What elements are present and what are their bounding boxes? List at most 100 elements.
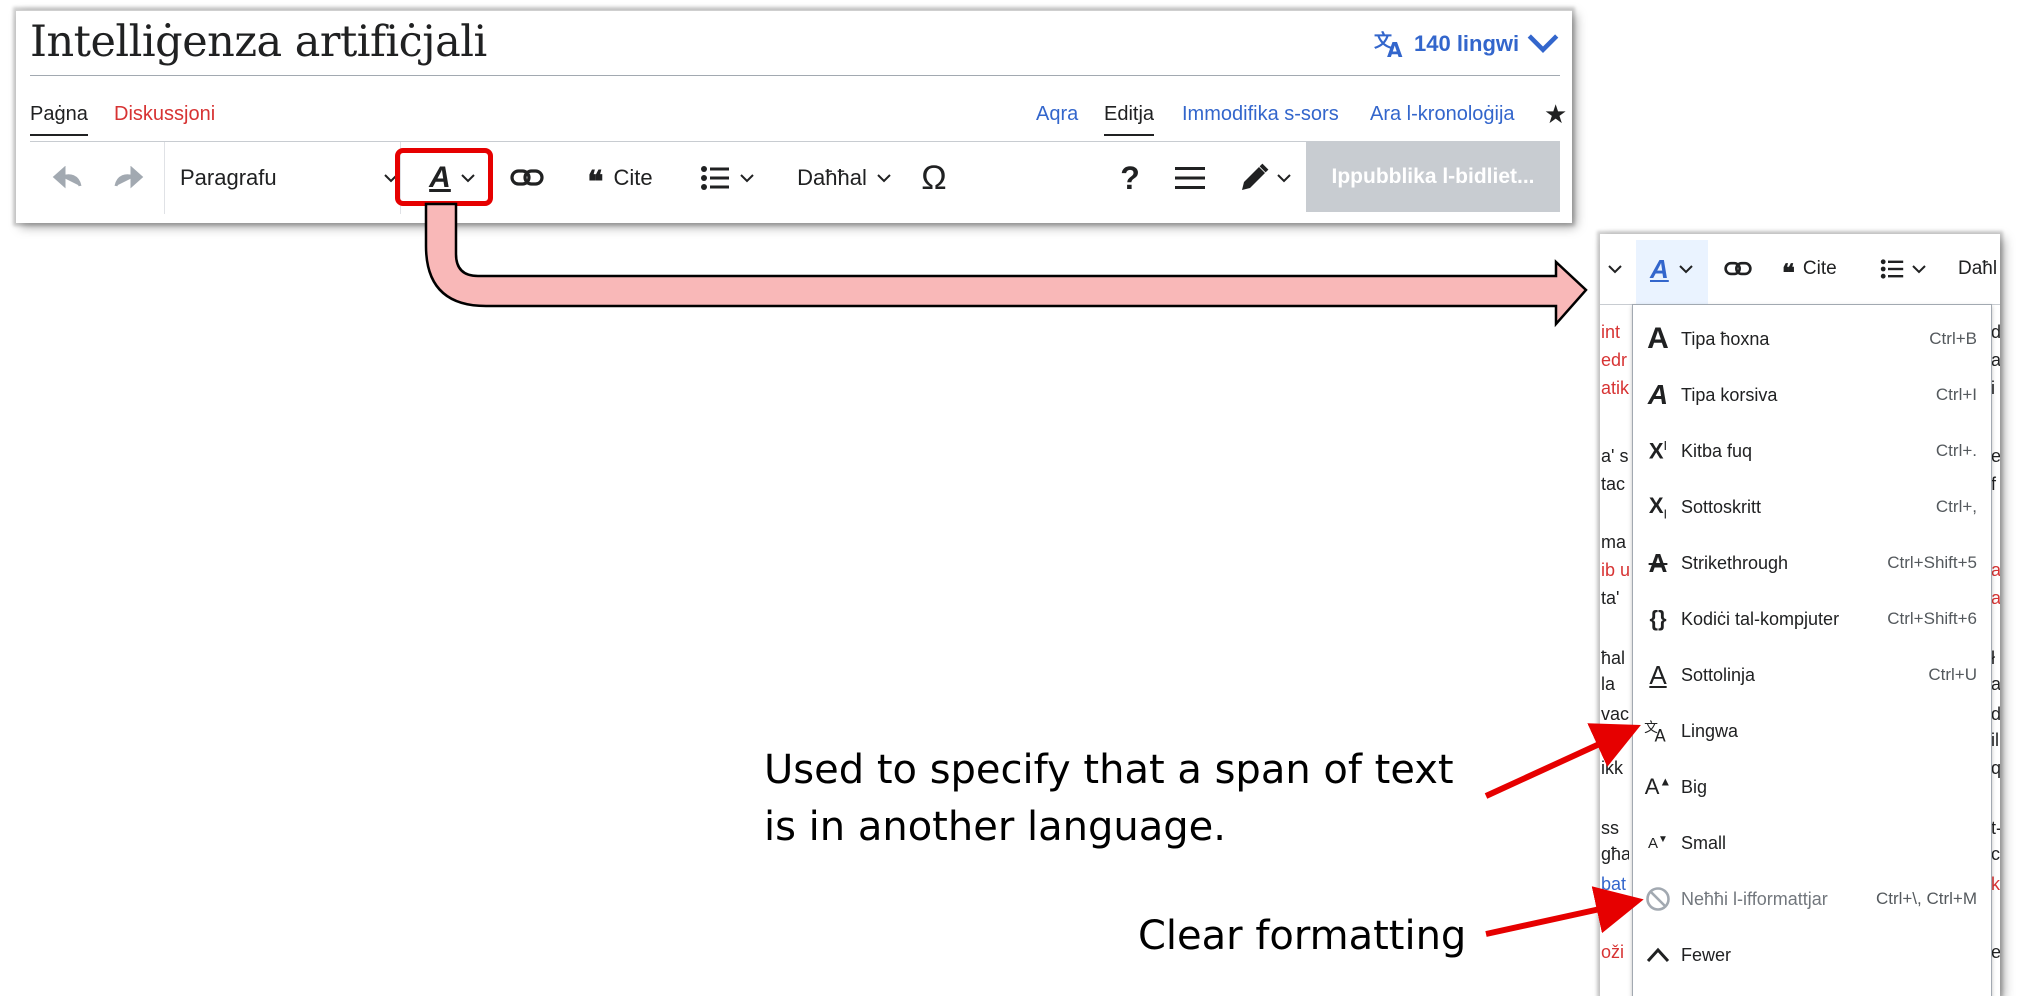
link-icon [1724, 261, 1752, 276]
quote-icon: ❝ [587, 164, 604, 200]
menu-item-italic[interactable]: A Tipa korsiva Ctrl+I [1633, 367, 1991, 423]
menu-item-subscript[interactable]: XI Sottoskritt Ctrl+, [1633, 479, 1991, 535]
tab-history[interactable]: Ara l-kronoloġija [1370, 103, 1515, 126]
background-text-fragment: ta' [1601, 588, 1620, 608]
menu-item-superscript[interactable]: XI Kitba fuq Ctrl+. [1633, 423, 1991, 479]
background-text-fragment: ss [1601, 818, 1619, 838]
link-button[interactable] [1724, 234, 1752, 304]
background-text-fragment: er [1991, 942, 2000, 962]
menu-item-bold[interactable]: A Tipa ħoxna Ctrl+B [1633, 311, 1991, 367]
cite-button[interactable]: ❝ Cite [1782, 234, 1837, 304]
tab-edit[interactable]: Editja [1104, 103, 1155, 136]
menu-item-shortcut: Ctrl+I [1935, 385, 1977, 404]
link-icon [510, 169, 544, 186]
language-annotation-line-1: Used to specify that a span of text [764, 747, 1454, 793]
menu-item-collapse[interactable]: Fewer [1633, 927, 1991, 983]
language-annotation: Used to specify that a span of text is i… [764, 742, 1454, 856]
menu-item-label: Kodiċi tal-kompjuter [1681, 608, 1840, 629]
background-text-fragment: d [1991, 704, 2000, 724]
undo-icon [52, 166, 82, 189]
paragraph-select-label: Paragrafu [180, 165, 277, 190]
page-options-button[interactable] [1168, 142, 1212, 214]
language-annotation-line-2: is in another language. [764, 804, 1226, 850]
svg-text:A: A [1655, 726, 1667, 744]
menu-item-label: Sottolinja [1681, 664, 1756, 685]
background-text-fragment: t- [1991, 818, 2000, 838]
cite-button[interactable]: ❝ Cite [574, 142, 666, 214]
menu-item-label: Kitba fuq [1681, 440, 1753, 461]
list-button[interactable] [1880, 234, 1926, 304]
special-character-button[interactable]: Ω [912, 142, 956, 214]
redo-button[interactable] [106, 142, 152, 214]
underline-icon: A [1649, 659, 1667, 690]
cite-label: Cite [1802, 258, 1837, 279]
tab-edit-source[interactable]: Immodifika s-sors [1182, 103, 1339, 126]
chevron-down-icon [1608, 234, 1622, 304]
insert-button-partial[interactable]: Daħl [1958, 234, 1997, 304]
menu-item-label: Strikethrough [1681, 552, 1789, 573]
background-text-fragment: il [1991, 730, 1999, 750]
insert-label: Daħħal [797, 165, 867, 190]
tab-page[interactable]: Paġna [30, 103, 88, 136]
background-text-fragment: f [1991, 474, 1997, 494]
background-text-fragment: i [1991, 378, 1995, 398]
clear-icon [1643, 882, 1673, 916]
menu-item-shortcut: Ctrl+U [1928, 665, 1977, 684]
menu-item-underline[interactable]: A Sottolinja Ctrl+U [1633, 647, 1991, 703]
collapse-icon [1643, 938, 1673, 972]
background-text-fragment: ikk [1601, 758, 1623, 778]
tab-read[interactable]: Aqra [1036, 103, 1078, 126]
list-icon [701, 166, 729, 190]
menu-item-label: Fewer [1681, 944, 1732, 965]
menu-item-shortcut: Ctrl+\, Ctrl+M [1875, 889, 1977, 908]
background-text-fragment: a [1991, 674, 2000, 694]
menu-item-label: Small [1681, 832, 1727, 853]
link-button[interactable] [504, 142, 550, 214]
superscript-icon: XI [1648, 437, 1668, 464]
tab-discussion[interactable]: Diskussjoni [114, 103, 215, 126]
strikethrough-icon: A [1648, 547, 1668, 578]
background-text-fragment: int [1601, 322, 1621, 342]
list-button[interactable] [694, 142, 760, 214]
background-text-fragment: a [1991, 560, 2000, 580]
language-count: 140 lingwi [1414, 31, 1520, 56]
redo-icon [114, 166, 144, 189]
background-text-fragment: e [1991, 446, 2000, 466]
background-text-fragment: tac [1601, 474, 1626, 494]
chevron-down-icon [1527, 34, 1559, 53]
toolbar-separator [164, 142, 165, 214]
menu-item-clear[interactable]: Neħħi l-ifformattjar Ctrl+\, Ctrl+M [1633, 871, 1991, 927]
menu-item-language[interactable]: 文 A Lingwa [1633, 703, 1991, 759]
help-button[interactable]: ? [1110, 142, 1150, 214]
background-text-fragment: ł [1991, 648, 1995, 668]
undo-button[interactable] [44, 142, 90, 214]
clear-formatting-annotation: Clear formatting [1138, 913, 1467, 959]
text-style-button[interactable]: A [1650, 234, 1693, 304]
menu-item-strikethrough[interactable]: A Strikethrough Ctrl+Shift+5 [1633, 535, 1991, 591]
menu-item-code[interactable]: {} Kodiċi tal-kompjuter Ctrl+Shift+6 [1633, 591, 1991, 647]
background-text-fragment: la [1601, 674, 1616, 694]
language-button[interactable]: 文 A 140 lingwi [1374, 29, 1559, 59]
background-text-fragment: vac [1601, 704, 1629, 724]
publish-button[interactable]: Ippubblika l-bidliet... [1306, 142, 1560, 212]
edit-mode-button[interactable] [1230, 142, 1300, 214]
background-text-fragment: bat [1601, 874, 1627, 894]
menu-item-small[interactable]: A▼ Small [1633, 815, 1991, 871]
background-text-fragment: ma [1601, 532, 1627, 552]
chevron-down-icon [877, 173, 891, 182]
paragraph-select[interactable]: Paragrafu [180, 142, 398, 214]
star-icon[interactable]: ★ [1544, 99, 1567, 130]
chevron-down-icon [1277, 173, 1291, 182]
italic-icon: A [1647, 379, 1669, 410]
menu-item-big[interactable]: A▲ Big [1633, 759, 1991, 815]
menu-item-label: Tipa ħoxna [1681, 328, 1770, 349]
background-text-fragment: k [1991, 874, 2000, 894]
insert-button[interactable]: Daħħal [788, 142, 900, 214]
quote-icon: ❝ [1782, 257, 1795, 287]
background-text-fragment: a [1991, 588, 2000, 608]
menu-item-shortcut: Ctrl+, [1935, 497, 1977, 516]
small-icon: A▼ [1648, 834, 1668, 852]
zoomed-toolbar: A ❝ Cite Daħl [1600, 234, 2000, 305]
omega-icon: Ω [921, 158, 947, 197]
background-text-fragment: a' s [1601, 446, 1629, 466]
